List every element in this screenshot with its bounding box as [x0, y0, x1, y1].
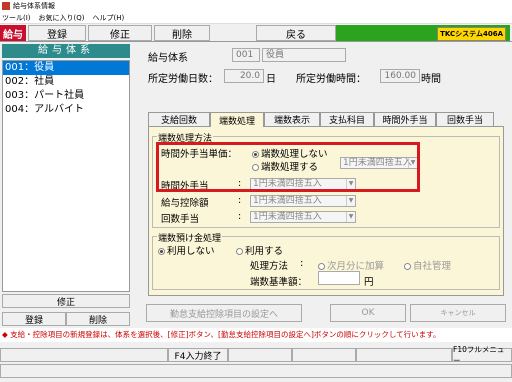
- base-unit: 円: [364, 277, 374, 288]
- setup-items-button[interactable]: 勤怠支給控除項目の設定へ: [146, 304, 302, 322]
- work-days-field[interactable]: 20.0: [224, 69, 264, 83]
- f4-end-input-button[interactable]: F4入力終了: [168, 348, 228, 362]
- list-delete-button[interactable]: 削除: [66, 312, 130, 326]
- count-value: 1円未満四捨五入: [253, 212, 322, 222]
- list-modify-button[interactable]: 修正: [2, 294, 130, 308]
- back-button[interactable]: 戻る: [256, 25, 336, 41]
- deduction-label: 給与控除額: [161, 198, 209, 209]
- menu-help[interactable]: ヘルプ(H): [93, 13, 125, 23]
- work-hours-label: 所定労働時間：: [296, 74, 366, 85]
- system-list: 001：役員 002：社員 003：パート社員 004：アルバイト: [2, 60, 130, 292]
- menu-tools[interactable]: ツール(I): [2, 13, 31, 23]
- tkc-badge-label: TKCシステム406A: [437, 27, 506, 41]
- count-colon: :: [238, 211, 242, 222]
- function-key-bar: F4入力終了 F10フルメニュー: [0, 344, 512, 382]
- work-days-label: 所定労働日数：: [148, 74, 218, 85]
- tab-rounding[interactable]: 端数処理: [210, 112, 264, 127]
- radio-icon: [404, 263, 411, 270]
- method-colon: :: [300, 258, 304, 269]
- method-label: 処理方法: [250, 261, 289, 272]
- not-use-label: 利用しない: [167, 246, 215, 257]
- modify-button[interactable]: 修正: [88, 25, 152, 41]
- fkey-blank[interactable]: [292, 348, 356, 362]
- base-label: 端数基準額：: [250, 277, 308, 288]
- company-option[interactable]: 自社管理: [404, 258, 451, 272]
- use-label: 利用する: [245, 246, 284, 257]
- company-label: 自社管理: [413, 261, 452, 272]
- f10-full-menu-button[interactable]: F10フルメニュー: [452, 345, 512, 365]
- tab-payment-count[interactable]: 支給回数: [148, 112, 210, 126]
- register-button[interactable]: 登録: [28, 25, 86, 41]
- deduction-select[interactable]: 1円未満四捨五入 ▼: [250, 195, 356, 207]
- use-option[interactable]: 利用する: [236, 243, 283, 257]
- notice-text: ◆ 支給・控除項目の新規登録は、体系を選択後、[修正]ボタン、[勤怠支給控除項目…: [0, 328, 512, 342]
- system-name-field[interactable]: 役員: [262, 48, 346, 62]
- toolbar: 給与 登録 修正 削除 戻る TKCシステム406A: [0, 24, 512, 42]
- window-title: 給与体系情報: [13, 2, 55, 10]
- work-days-unit: 日: [266, 74, 276, 85]
- list-item[interactable]: 001：役員: [3, 61, 129, 75]
- system-label: 給与体系: [148, 53, 188, 64]
- menu-favorites[interactable]: お気に入り(Q): [39, 13, 85, 23]
- chevron-down-icon: ▼: [346, 212, 355, 222]
- count-label: 回数手当: [161, 214, 200, 225]
- ok-button[interactable]: OK: [330, 304, 406, 322]
- tab-payment-account[interactable]: 支払科目: [320, 112, 374, 126]
- fkey-blank[interactable]: [0, 348, 168, 362]
- work-hours-field[interactable]: 160.00: [380, 69, 420, 83]
- next-month-option[interactable]: 次月分に加算: [318, 258, 384, 272]
- list-item[interactable]: 002：社員: [3, 75, 129, 89]
- list-item[interactable]: 003：パート社員: [3, 89, 129, 103]
- cancel-button[interactable]: キャンセル: [410, 304, 506, 322]
- fkey-blank[interactable]: [228, 348, 292, 362]
- fkey-row-blank: [0, 364, 512, 378]
- list-item[interactable]: 004：アルバイト: [3, 103, 129, 117]
- system-list-header: 給与体系: [2, 44, 130, 58]
- tab-count-allowance[interactable]: 回数手当: [436, 112, 494, 126]
- app-icon: [2, 2, 10, 10]
- not-use-option[interactable]: 利用しない: [158, 243, 215, 257]
- count-select[interactable]: 1円未満四捨五入 ▼: [250, 211, 356, 223]
- tab-overtime[interactable]: 時間外手当: [374, 112, 436, 126]
- chevron-down-icon: ▼: [346, 196, 355, 206]
- radio-icon: [158, 248, 165, 255]
- salary-tag: 給与: [0, 25, 26, 41]
- tab-rounding-display[interactable]: 端数表示: [264, 112, 320, 126]
- delete-button[interactable]: 削除: [154, 25, 210, 41]
- base-amount-field[interactable]: [318, 271, 360, 285]
- fkey-blank[interactable]: [356, 348, 452, 362]
- radio-icon: [318, 263, 325, 270]
- highlight-box: [156, 142, 420, 192]
- deduction-colon: :: [238, 195, 242, 206]
- deduction-value: 1円未満四捨五入: [253, 196, 322, 206]
- menu-bar: ツール(I) お気に入り(Q) ヘルプ(H): [0, 12, 512, 24]
- tkc-badge: TKCシステム406A: [336, 25, 510, 41]
- work-hours-unit: 時間: [421, 74, 441, 85]
- list-register-button[interactable]: 登録: [2, 312, 66, 326]
- radio-icon: [236, 248, 243, 255]
- title-bar: 給与体系情報: [0, 0, 512, 12]
- system-code-field[interactable]: 001: [232, 48, 260, 62]
